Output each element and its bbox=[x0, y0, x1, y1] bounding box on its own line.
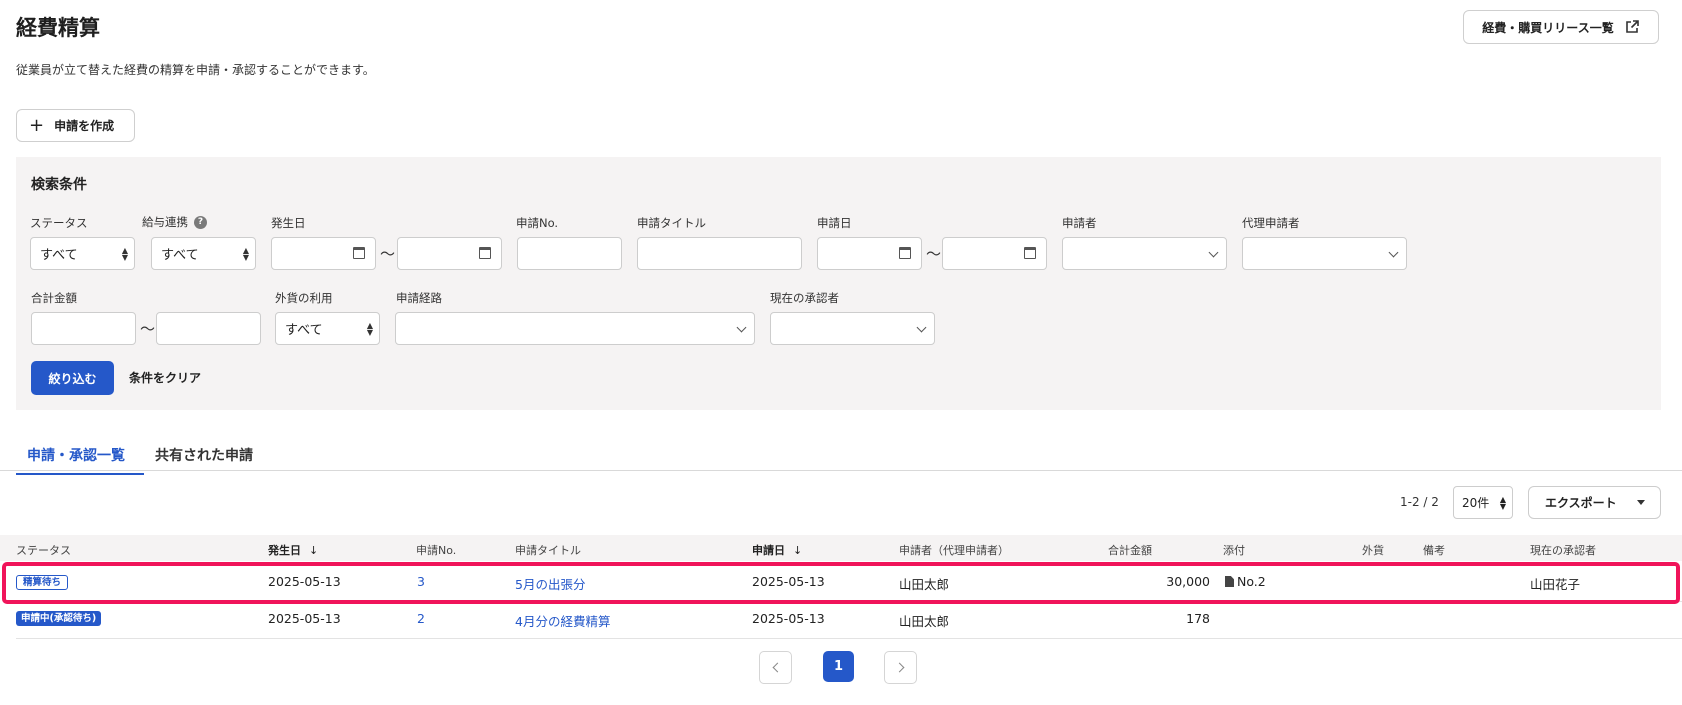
prev-page-button[interactable] bbox=[759, 651, 792, 684]
select-arrows-icon: ▲ ▼ bbox=[1499, 495, 1506, 511]
foreign-currency-label: 外貨の利用 bbox=[275, 291, 333, 305]
status-select[interactable]: すべて ▲ ▼ bbox=[30, 237, 135, 270]
occurrence-date-to-input[interactable] bbox=[397, 237, 502, 270]
create-application-button[interactable]: + 申請を作成 bbox=[16, 109, 135, 142]
proxy-applicant-select[interactable] bbox=[1242, 237, 1407, 270]
external-link-icon bbox=[1625, 20, 1639, 33]
select-arrows-icon: ▲ ▼ bbox=[366, 321, 373, 337]
clear-filter-button[interactable]: 条件をクリア bbox=[129, 369, 201, 386]
release-list-button[interactable]: 経費・購買リリース一覧 bbox=[1463, 10, 1659, 44]
page-description: 従業員が立て替えた経費の精算を申請・承認することができます。 bbox=[16, 63, 375, 77]
calendar-icon bbox=[1024, 247, 1036, 259]
sort-arrow-icon: ↓ bbox=[309, 544, 319, 557]
calendar-icon bbox=[479, 247, 491, 259]
application-date-cell: 2025-05-13 bbox=[752, 611, 825, 626]
application-date-from-input[interactable] bbox=[817, 237, 922, 270]
plus-icon: + bbox=[29, 114, 45, 136]
column-applicant: 申請者（代理申請者） bbox=[899, 544, 1009, 557]
column-application-date[interactable]: 申請日 ↓ bbox=[752, 542, 802, 558]
filter-title: 検索条件 bbox=[31, 177, 87, 193]
route-select[interactable] bbox=[395, 312, 755, 345]
application-title-link[interactable]: 4月分の経費精算 bbox=[515, 611, 610, 630]
search-conditions-panel: 検索条件 ステータス 給与連携 ? 発生日 申請No. 申請タイトル 申請日 申… bbox=[16, 157, 1661, 410]
table-header: ステータス 発生日 ↓ 申請No. 申請タイトル 申請日 ↓ 申請者（代理申請者） … bbox=[0, 535, 1682, 561]
application-title-input[interactable] bbox=[637, 237, 802, 270]
release-list-label: 経費・購買リリース一覧 bbox=[1482, 20, 1614, 35]
applicant-select[interactable] bbox=[1062, 237, 1227, 270]
range-tilde: 〜 bbox=[140, 320, 156, 338]
create-application-label: 申請を作成 bbox=[54, 119, 115, 133]
chevron-left-icon bbox=[772, 662, 782, 673]
next-page-button[interactable] bbox=[884, 651, 917, 684]
column-amount: 合計金額 bbox=[1108, 544, 1152, 557]
chevron-down-icon bbox=[736, 322, 747, 333]
tab-application-approval-list[interactable]: 申請・承認一覧 bbox=[16, 445, 144, 475]
column-foreign: 外貨 bbox=[1362, 544, 1384, 557]
chevron-down-icon bbox=[1208, 247, 1219, 258]
select-arrows-icon: ▲ ▼ bbox=[242, 246, 249, 262]
row-divider bbox=[16, 638, 1682, 639]
calendar-icon bbox=[353, 247, 365, 259]
result-count: 1-2 / 2 bbox=[1400, 495, 1439, 509]
amount-cell: 178 bbox=[1186, 611, 1210, 626]
select-arrows-icon: ▲ ▼ bbox=[121, 246, 128, 262]
row-highlight-frame bbox=[2, 562, 1680, 604]
application-no-link[interactable]: 2 bbox=[417, 611, 425, 626]
tab-shared-applications[interactable]: 共有された申請 bbox=[155, 445, 253, 473]
export-button[interactable]: エクスポート bbox=[1528, 486, 1661, 519]
apply-filter-button[interactable]: 絞り込む bbox=[31, 361, 114, 395]
occurrence-date-label: 発生日 bbox=[271, 216, 306, 230]
application-title-label: 申請タイトル bbox=[637, 216, 706, 230]
list-tabs: 申請・承認一覧 共有された申請 bbox=[0, 437, 1682, 475]
column-attachment: 添付 bbox=[1223, 544, 1245, 557]
application-date-to-input[interactable] bbox=[942, 237, 1047, 270]
sort-arrow-icon: ↓ bbox=[793, 544, 803, 557]
column-application-no: 申請No. bbox=[416, 544, 457, 557]
payroll-select[interactable]: すべて ▲ ▼ bbox=[151, 237, 256, 270]
current-approver-select[interactable] bbox=[770, 312, 935, 345]
applicant-label: 申請者 bbox=[1062, 216, 1097, 230]
foreign-currency-select[interactable]: すべて ▲ ▼ bbox=[275, 312, 380, 345]
column-approver: 現在の承認者 bbox=[1530, 544, 1596, 557]
applicant-cell: 山田太郎 bbox=[899, 614, 950, 629]
chevron-down-icon bbox=[1388, 247, 1399, 258]
status-filter-label: ステータス bbox=[30, 216, 88, 230]
calendar-icon bbox=[899, 247, 911, 259]
range-tilde: 〜 bbox=[926, 245, 942, 263]
caret-down-icon bbox=[1636, 500, 1645, 505]
chevron-right-icon bbox=[894, 662, 904, 673]
export-label: エクスポート bbox=[1545, 496, 1617, 510]
chevron-down-icon bbox=[916, 322, 927, 333]
occurrence-date-cell: 2025-05-13 bbox=[268, 611, 341, 626]
total-amount-label: 合計金額 bbox=[31, 291, 77, 305]
status-badge: 申請中(承認待ち) bbox=[16, 611, 102, 626]
per-page-select[interactable]: 20件 ▲ ▼ bbox=[1453, 486, 1513, 519]
total-amount-to-input[interactable] bbox=[156, 312, 261, 345]
route-label: 申請経路 bbox=[396, 291, 442, 305]
column-status: ステータス bbox=[16, 544, 71, 557]
page-title: 経費精算 bbox=[16, 16, 100, 40]
table-row[interactable]: 申請中(承認待ち) 2025-05-13 2 4月分の経費精算 2025-05-… bbox=[0, 601, 1682, 637]
help-icon[interactable]: ? bbox=[194, 215, 207, 229]
range-tilde: 〜 bbox=[380, 245, 396, 263]
payroll-filter-label: 給与連携 ? bbox=[142, 214, 207, 230]
occurrence-date-from-input[interactable] bbox=[271, 237, 376, 270]
total-amount-from-input[interactable] bbox=[31, 312, 136, 345]
current-approver-label: 現在の承認者 bbox=[770, 291, 839, 305]
column-occurrence-date[interactable]: 発生日 ↓ bbox=[268, 542, 318, 558]
proxy-applicant-label: 代理申請者 bbox=[1242, 216, 1300, 230]
application-no-label: 申請No. bbox=[516, 216, 559, 230]
page-1-button[interactable]: 1 bbox=[823, 651, 854, 682]
application-date-label: 申請日 bbox=[817, 216, 852, 230]
application-no-input[interactable] bbox=[517, 237, 622, 270]
column-application-title: 申請タイトル bbox=[515, 544, 581, 557]
column-note: 備考 bbox=[1423, 544, 1445, 557]
